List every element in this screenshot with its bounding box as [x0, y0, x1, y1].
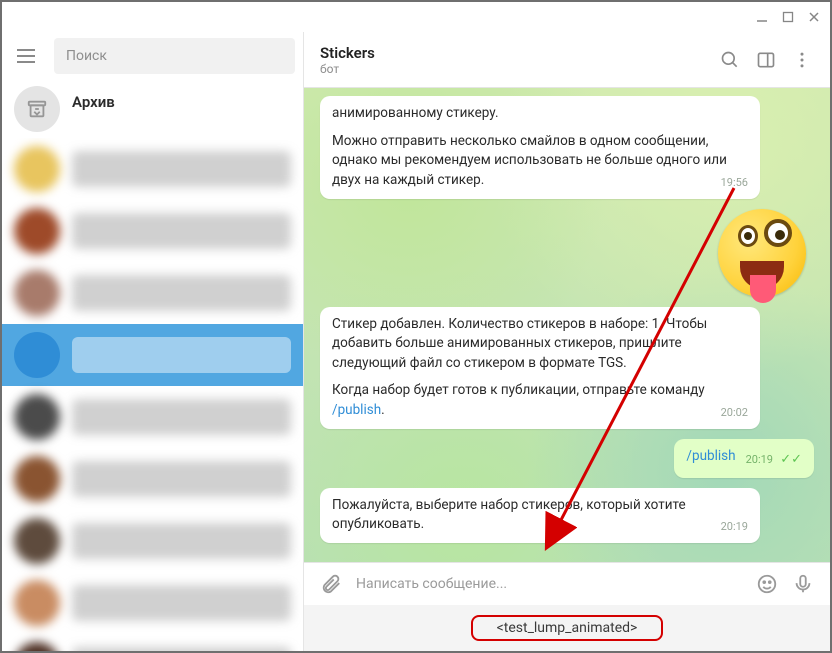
messages-area[interactable]: анимированному стикеру. Можно отправить … — [304, 88, 830, 562]
archive-subtitle — [72, 111, 115, 125]
close-icon[interactable] — [808, 8, 820, 27]
message-time: 20:19 ✓✓ — [746, 451, 802, 470]
publish-command-link[interactable]: /publish — [332, 402, 381, 418]
window-titlebar — [2, 2, 830, 32]
message-time: 20:02 — [721, 405, 748, 421]
suggestion-text: <test_lump_animated> — [497, 620, 638, 636]
chat-panel: Stickers бот анимированному стикеру. Мож… — [304, 32, 830, 651]
message-text: Можно отправить несколько смайлов в одно… — [332, 133, 727, 188]
chat-title: Stickers — [320, 44, 706, 62]
attach-icon[interactable] — [320, 573, 342, 595]
list-item[interactable] — [2, 634, 303, 651]
search-input[interactable]: Поиск — [54, 38, 295, 74]
suggestion-button[interactable]: <test_lump_animated> — [471, 615, 664, 641]
menu-button[interactable] — [6, 38, 46, 74]
search-placeholder: Поиск — [66, 48, 107, 64]
archive-row[interactable]: Архив — [2, 80, 303, 138]
incoming-message: Стикер добавлен. Количество стикеров в н… — [320, 307, 760, 429]
suggestion-bar: <test_lump_animated> — [304, 605, 830, 651]
list-item-selected[interactable] — [2, 324, 303, 386]
incoming-message: анимированному стикеру. Можно отправить … — [320, 96, 760, 199]
minimize-icon[interactable] — [756, 8, 768, 27]
composer: Написать сообщение... — [304, 562, 830, 605]
archive-label: Архив — [72, 93, 115, 111]
sidebar: Поиск Архив — [2, 32, 304, 651]
list-item[interactable] — [2, 448, 303, 510]
list-item[interactable] — [2, 510, 303, 572]
list-item[interactable] — [2, 138, 303, 200]
outgoing-message: /publish 20:19 ✓✓ — [674, 439, 814, 478]
message-time: 20:19 — [721, 519, 748, 535]
read-ticks-icon: ✓✓ — [777, 452, 802, 467]
archive-icon — [14, 86, 60, 132]
sidepanel-icon[interactable] — [754, 48, 778, 72]
message-input[interactable]: Написать сообщение... — [356, 576, 742, 592]
list-item[interactable] — [2, 200, 303, 262]
voice-icon[interactable] — [792, 573, 814, 595]
maximize-icon[interactable] — [782, 8, 794, 27]
emoji-icon[interactable] — [756, 573, 778, 595]
incoming-message: Пожалуйста, выберите набор стикеров, кот… — [320, 488, 760, 544]
message-time: 19:56 — [721, 175, 748, 191]
message-text: Когда набор будет готов к публикации, от… — [332, 382, 705, 398]
message-text: Пожалуйста, выберите набор стикеров, кот… — [332, 497, 686, 533]
list-item[interactable] — [2, 262, 303, 324]
chat-header: Stickers бот — [304, 32, 830, 88]
chat-list[interactable] — [2, 138, 303, 651]
message-text[interactable]: /publish — [686, 448, 735, 464]
sticker-wink-emoji[interactable] — [718, 209, 806, 297]
chat-subtitle: бот — [320, 62, 706, 76]
list-item[interactable] — [2, 572, 303, 634]
message-text: Стикер добавлен. Количество стикеров в н… — [332, 315, 748, 374]
list-item[interactable] — [2, 386, 303, 448]
more-icon[interactable] — [790, 48, 814, 72]
message-text: анимированному стикеру. — [332, 104, 748, 124]
search-icon[interactable] — [718, 48, 742, 72]
